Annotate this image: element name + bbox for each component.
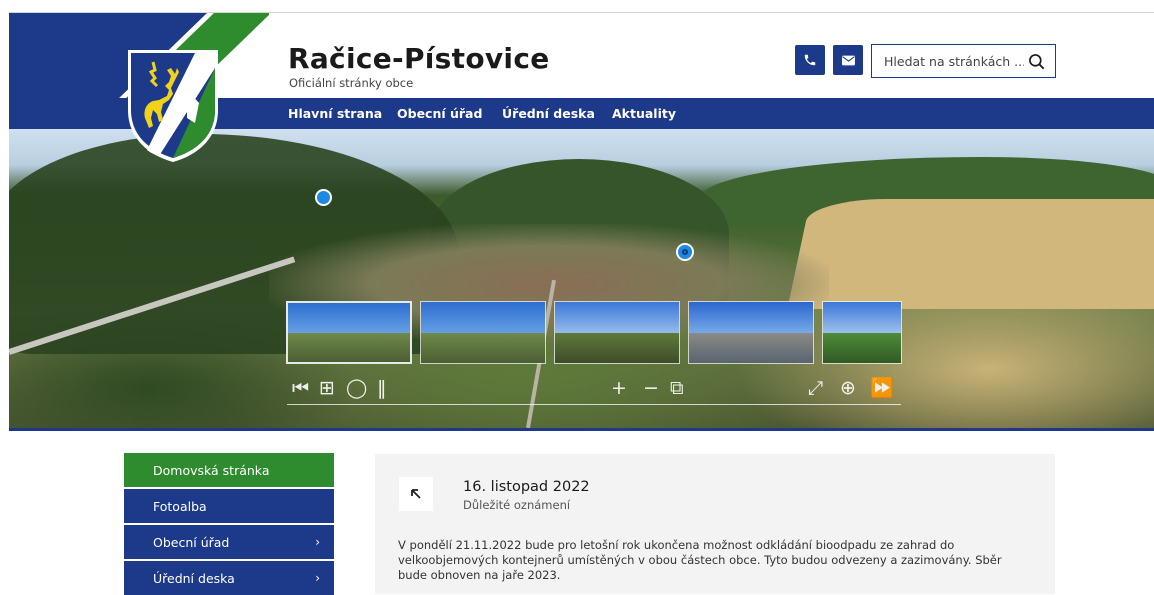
sidebar-item-domovska-stranka[interactable]: Domovská stránka [124,453,334,487]
sidebar-item-label: Fotoalba [153,498,207,514]
sidebar-item-label: Domovská stránka [153,462,270,478]
news-date[interactable]: 16. listopad 2022 [463,479,590,495]
nav-item-hlavni-strana[interactable]: Hlavní strana [288,106,382,121]
search-box[interactable] [871,44,1056,78]
sidebar-item-uredni-deska[interactable]: Úřední deska › [124,561,334,595]
panorama-thumbnail[interactable] [822,301,902,364]
sidebar-item-label: Úřední deska [153,570,235,586]
phone-button[interactable] [795,45,825,75]
sidebar-item-fotoalba[interactable]: Fotoalba [124,489,334,523]
phone-icon [804,54,816,66]
download-icon[interactable]: ⊕ [840,377,856,399]
search-input[interactable] [884,54,1024,69]
news-text: V pondělí 21.11.2022 bude pro letošní ro… [398,538,1002,582]
nav-item-uredni-deska[interactable]: Úřední deska [502,106,595,121]
skip-back-icon[interactable]: ⏮ [292,377,309,399]
forward-icon[interactable]: ⏩ [870,377,894,399]
panorama-progress-line [287,404,901,405]
circle-icon[interactable]: ◯ [346,377,367,399]
coat-of-arms-logo[interactable] [125,48,221,164]
mail-icon [841,55,855,65]
nav-item-aktuality[interactable]: Aktuality [612,106,676,121]
panorama-thumbnail[interactable] [688,301,814,364]
panorama-thumbnail[interactable] [286,301,412,364]
sidebar-item-obecni-urad[interactable]: Obecní úřad › [124,525,334,559]
sidebar-item-label: Obecní úřad [153,534,230,550]
panorama-thumbnail[interactable] [554,301,680,364]
panorama-hotspot-download-icon[interactable] [315,189,332,206]
panorama-viewer[interactable] [9,129,1154,429]
grid-icon[interactable]: ⊞ [319,377,335,399]
search-icon[interactable] [1027,52,1047,72]
arrow-up-left-icon[interactable] [399,477,433,511]
news-category: Důležité oznámení [463,498,571,512]
pause-icon[interactable]: ‖ [377,377,387,399]
panorama-thumbnail[interactable] [420,301,546,364]
vr-icon[interactable]: ⧉ [670,377,684,399]
chevron-right-icon: › [315,535,320,549]
site-subtitle: Oficiální stránky obce [289,76,414,90]
panorama-field [787,199,1154,309]
chevron-right-icon: › [315,571,320,585]
site-title[interactable]: Račice-Pístovice [288,42,550,75]
minus-icon[interactable]: − [643,377,659,399]
mail-button[interactable] [833,45,863,75]
panorama-hotspot-point-icon[interactable] [676,243,694,261]
nav-item-obecni-urad[interactable]: Obecní úřad [397,106,482,121]
plus-icon[interactable]: + [611,377,627,399]
fullscreen-icon[interactable]: ⤢ [808,377,823,399]
panorama-bottom-border [9,428,1154,431]
